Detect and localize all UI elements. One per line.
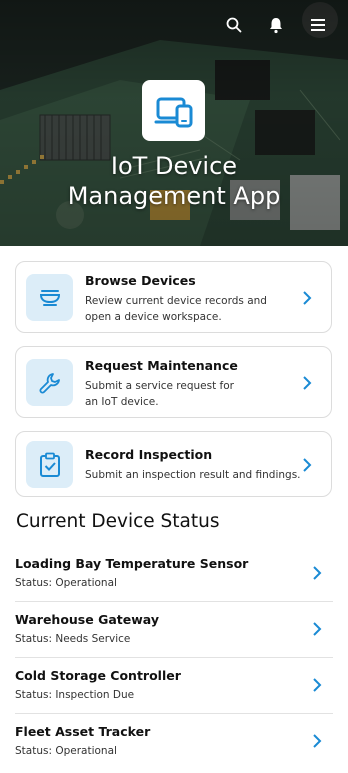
- card-title: Browse Devices: [85, 273, 196, 288]
- device-row[interactable]: Fleet Asset Tracker Status: Operational: [15, 724, 333, 770]
- card-description: Submit an inspection result and findings…: [85, 469, 301, 481]
- bell-icon[interactable]: [266, 14, 286, 36]
- bowl-device-icon: [39, 289, 60, 306]
- chevron-right-icon: [313, 622, 322, 636]
- section-title: Current Device Status: [16, 511, 220, 532]
- clipboard-check-icon: [39, 452, 60, 477]
- device-status: Status: Inspection Due: [15, 689, 135, 701]
- card-title: Request Maintenance: [85, 358, 238, 373]
- card-icon-box: [26, 274, 73, 321]
- card-title: Record Inspection: [85, 447, 213, 462]
- device-status: Status: Needs Service: [15, 633, 131, 645]
- device-row[interactable]: Cold Storage Controller Status: Inspecti…: [15, 668, 333, 724]
- request-maintenance-card[interactable]: Request Maintenance Submit a service req…: [15, 346, 332, 418]
- app-logo: [142, 80, 205, 141]
- chevron-right-icon: [303, 291, 312, 305]
- device-name: Loading Bay Temperature Sensor: [15, 556, 249, 571]
- card-description: Submit a service request for an IoT devi…: [85, 380, 234, 408]
- chevron-right-icon: [303, 458, 312, 472]
- card-description: Review current device records and open a…: [85, 295, 267, 323]
- device-name: Warehouse Gateway: [15, 612, 159, 627]
- menu-icon[interactable]: [308, 14, 328, 36]
- device-name: Cold Storage Controller: [15, 668, 181, 683]
- chevron-right-icon: [313, 678, 322, 692]
- app-title-line2: Management App: [67, 182, 281, 210]
- hero-banner: IoT Device Management App: [0, 0, 348, 246]
- top-toolbar: [224, 14, 328, 36]
- app-title: IoT Device Management App: [0, 151, 348, 211]
- device-row[interactable]: Loading Bay Temperature Sensor Status: O…: [15, 556, 333, 612]
- card-icon-box: [26, 359, 73, 406]
- device-name: Fleet Asset Tracker: [15, 724, 151, 739]
- divider: [15, 657, 333, 658]
- divider: [15, 601, 333, 602]
- device-status: Status: Operational: [15, 577, 117, 589]
- app-title-line1: IoT Device: [110, 152, 238, 180]
- divider: [15, 713, 333, 714]
- chevron-right-icon: [313, 566, 322, 580]
- browse-devices-card[interactable]: Browse Devices Review current device rec…: [15, 261, 332, 333]
- devices-icon: [154, 97, 192, 127]
- device-status: Status: Operational: [15, 745, 117, 757]
- device-row[interactable]: Warehouse Gateway Status: Needs Service: [15, 612, 333, 668]
- search-icon[interactable]: [224, 14, 244, 36]
- card-icon-box: [26, 441, 73, 488]
- chevron-right-icon: [313, 734, 322, 748]
- wrench-icon: [39, 372, 60, 393]
- record-inspection-card[interactable]: Record Inspection Submit an inspection r…: [15, 431, 332, 497]
- chevron-right-icon: [303, 376, 312, 390]
